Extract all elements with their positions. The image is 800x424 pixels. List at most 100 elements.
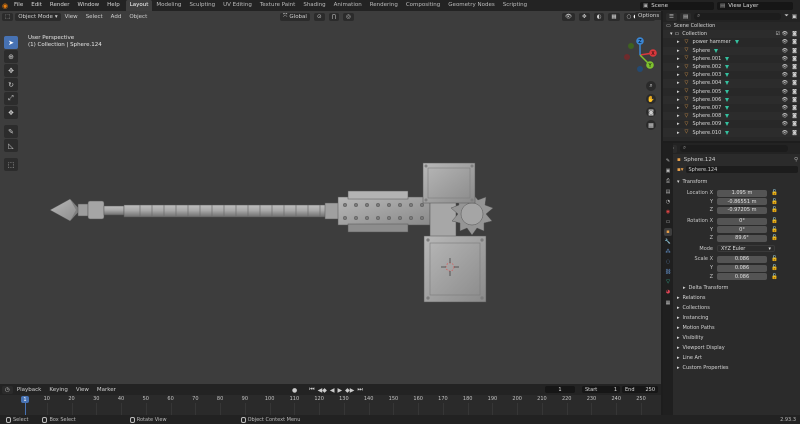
outliner-collection[interactable]: ▾ ▭ Collection ☑ 👁 ◙ (663, 30, 800, 39)
expand-arrow-icon[interactable]: ▸ (677, 89, 680, 95)
output-tab-icon[interactable]: ⎙ (664, 177, 672, 186)
properties-panel-header[interactable]: ▸ Collections (677, 303, 798, 313)
properties-panel-header[interactable]: ▸ Viewport Display (677, 343, 798, 353)
camera-icon[interactable]: ◙ (792, 89, 797, 95)
tab-layout[interactable]: Layout (125, 0, 153, 11)
properties-panel-header[interactable]: ▸ Line Art (677, 353, 798, 363)
expand-arrow-icon[interactable]: ▸ (677, 56, 680, 62)
view-layer-tab-icon[interactable]: ▤ (664, 187, 672, 196)
camera-icon[interactable]: ◙ (792, 31, 797, 37)
start-frame-field[interactable]: Start 1 (582, 386, 620, 393)
expand-arrow-icon[interactable]: ▾ (670, 31, 673, 37)
rotation-z-field[interactable]: 89.6° (717, 234, 767, 242)
tab-texture-paint[interactable]: Texture Paint (256, 0, 300, 11)
lock-icon[interactable]: 🔓 (771, 274, 778, 280)
outliner-scene-collection[interactable]: ▭ Scene Collection (663, 22, 800, 30)
properties-panel-header[interactable]: ▸ Instancing (677, 313, 798, 323)
tab-animation[interactable]: Animation (330, 0, 366, 11)
tab-compositing[interactable]: Compositing (402, 0, 444, 11)
timeline-editor-type-button[interactable]: ◷ (2, 385, 13, 394)
outliner-item[interactable]: ▸ ▽ Sphere.008 👁 ◙ (663, 112, 800, 121)
menu-edit[interactable]: Edit (27, 0, 46, 11)
tab-geometry-nodes[interactable]: Geometry Nodes (444, 0, 498, 11)
outliner-search-input[interactable]: ⌕ (694, 13, 782, 20)
lock-icon[interactable]: 🔓 (771, 207, 778, 213)
camera-icon[interactable]: ◙ (792, 39, 797, 45)
hammer-model[interactable] (0, 11, 661, 384)
3d-viewport[interactable]: ⬚ Object Mode ▾ View Select Add Object ⤧… (0, 11, 661, 384)
collection-tab-icon[interactable]: ▭ (664, 218, 672, 227)
camera-icon[interactable]: ◙ (792, 105, 797, 111)
outliner-item[interactable]: ▸ ▽ Sphere.007 👁 ◙ (663, 104, 800, 112)
expand-arrow-icon[interactable]: ▸ (677, 113, 680, 119)
menu-timeline-view[interactable]: View (72, 387, 93, 393)
expand-arrow-icon[interactable]: ▸ (677, 39, 680, 45)
eye-icon[interactable]: 👁 (782, 48, 788, 54)
eye-icon[interactable]: 👁 (782, 89, 788, 95)
outliner-item[interactable]: ▸ ▽ Sphere.010 👁 ◙ (663, 128, 800, 137)
menu-keying[interactable]: Keying (45, 387, 71, 393)
outliner-item[interactable]: ▸ ▽ Sphere.004 👁 ◙ (663, 79, 800, 88)
properties-panel-header[interactable]: ▸ Motion Paths (677, 323, 798, 333)
object-type-icon[interactable]: ▪▾ (677, 167, 684, 173)
playhead[interactable]: 1 (21, 396, 29, 403)
eye-icon[interactable]: 👁 (782, 121, 788, 127)
eye-icon[interactable]: 👁 (782, 97, 788, 103)
scale-z-field[interactable]: 0.086 (717, 273, 767, 281)
play-icon[interactable]: ▶ (338, 387, 343, 394)
camera-icon[interactable]: ◙ (792, 56, 797, 62)
outliner[interactable]: ☰ ▤ ⌕ ⏷ ▣ ▭ Scene Collection ▾ ▭ Collect… (663, 11, 800, 141)
delta-transform-panel-header[interactable]: ▸ Delta Transform (677, 283, 798, 293)
tab-modeling[interactable]: Modeling (152, 0, 185, 11)
tab-scripting[interactable]: Scripting (499, 0, 531, 11)
lock-icon[interactable]: 🔓 (771, 199, 778, 205)
menu-file[interactable]: File (10, 0, 27, 11)
material-tab-icon[interactable]: ◕ (664, 288, 672, 297)
scene-tab-icon[interactable]: ◔ (664, 197, 672, 206)
camera-icon[interactable]: ◙ (792, 80, 797, 86)
properties-panel-header[interactable]: ▸ Visibility (677, 333, 798, 343)
rotation-x-field[interactable]: 0° (717, 217, 767, 225)
outliner-item[interactable]: ▸ ▽ Sphere.003 👁 ◙ (663, 71, 800, 79)
camera-icon[interactable]: ◙ (792, 72, 797, 78)
render-tab-icon[interactable]: ▣ (664, 167, 672, 176)
eye-icon[interactable]: 👁 (782, 130, 788, 136)
outliner-item[interactable]: ▸ ▽ Sphere.005 👁 ◙ (663, 88, 800, 96)
camera-icon[interactable]: ◙ (792, 97, 797, 103)
outliner-item[interactable]: ▸ ▽ Sphere.002 👁 ◙ (663, 62, 800, 72)
expand-arrow-icon[interactable]: ▸ (677, 105, 680, 111)
object-name-input[interactable]: Sphere.124 (685, 166, 798, 173)
tab-uv-editing[interactable]: UV Editing (219, 0, 256, 11)
menu-window[interactable]: Window (73, 0, 103, 11)
expand-arrow-icon[interactable]: ▸ (677, 80, 680, 86)
menu-render[interactable]: Render (46, 0, 74, 11)
display-mode-button[interactable]: ▤ (679, 12, 692, 21)
expand-arrow-icon[interactable]: ▸ (677, 121, 680, 127)
tab-sculpting[interactable]: Sculpting (185, 0, 219, 11)
particles-tab-icon[interactable]: ⁂ (664, 248, 672, 257)
timeline-ruler[interactable]: 10 20 30 40 50 60 70 80 90 100 110 120 130 140 150 160 1… (0, 395, 661, 415)
outliner-item[interactable]: ▸ ▽ Sphere 👁 ◙ (663, 46, 800, 55)
eye-icon[interactable]: 👁 (782, 56, 788, 62)
menu-marker[interactable]: Marker (93, 387, 120, 393)
expand-arrow-icon[interactable]: ▸ (677, 72, 680, 78)
location-x-field[interactable]: 1.095 m (717, 189, 767, 197)
rotation-mode-dropdown[interactable]: XYZ Euler ▾ (717, 245, 775, 253)
lock-icon[interactable]: 🔓 (771, 218, 778, 224)
camera-icon[interactable]: ◙ (792, 121, 797, 127)
camera-icon[interactable]: ◙ (792, 48, 797, 54)
expand-arrow-icon[interactable]: ▸ (677, 97, 680, 103)
lock-icon[interactable]: 🔓 (771, 227, 778, 233)
location-z-field[interactable]: -0.97205 m (717, 206, 767, 214)
properties-editor[interactable]: ⚙ ⌕ ✎ ▣ ⎙ ▤ ◔ ◉ ▭ ▪ 🔧 ⁂ ◌ ⛓ ▽ ◕ ▦ ▪ Sphe… (663, 143, 800, 415)
eye-icon[interactable]: 👁 (782, 80, 788, 86)
data-tab-icon[interactable]: ▽ (664, 278, 672, 287)
lock-icon[interactable]: 🔓 (771, 235, 778, 241)
prev-keyframe-icon[interactable]: ◀◆ (318, 387, 327, 394)
eye-icon[interactable]: 👁 (782, 39, 788, 45)
eye-icon[interactable]: 👁 (782, 113, 788, 119)
eye-icon[interactable]: 👁 (782, 64, 788, 70)
expand-arrow-icon[interactable]: ▸ (677, 64, 680, 70)
camera-icon[interactable]: ◙ (792, 130, 797, 136)
new-collection-icon[interactable]: ▣ (792, 14, 797, 20)
